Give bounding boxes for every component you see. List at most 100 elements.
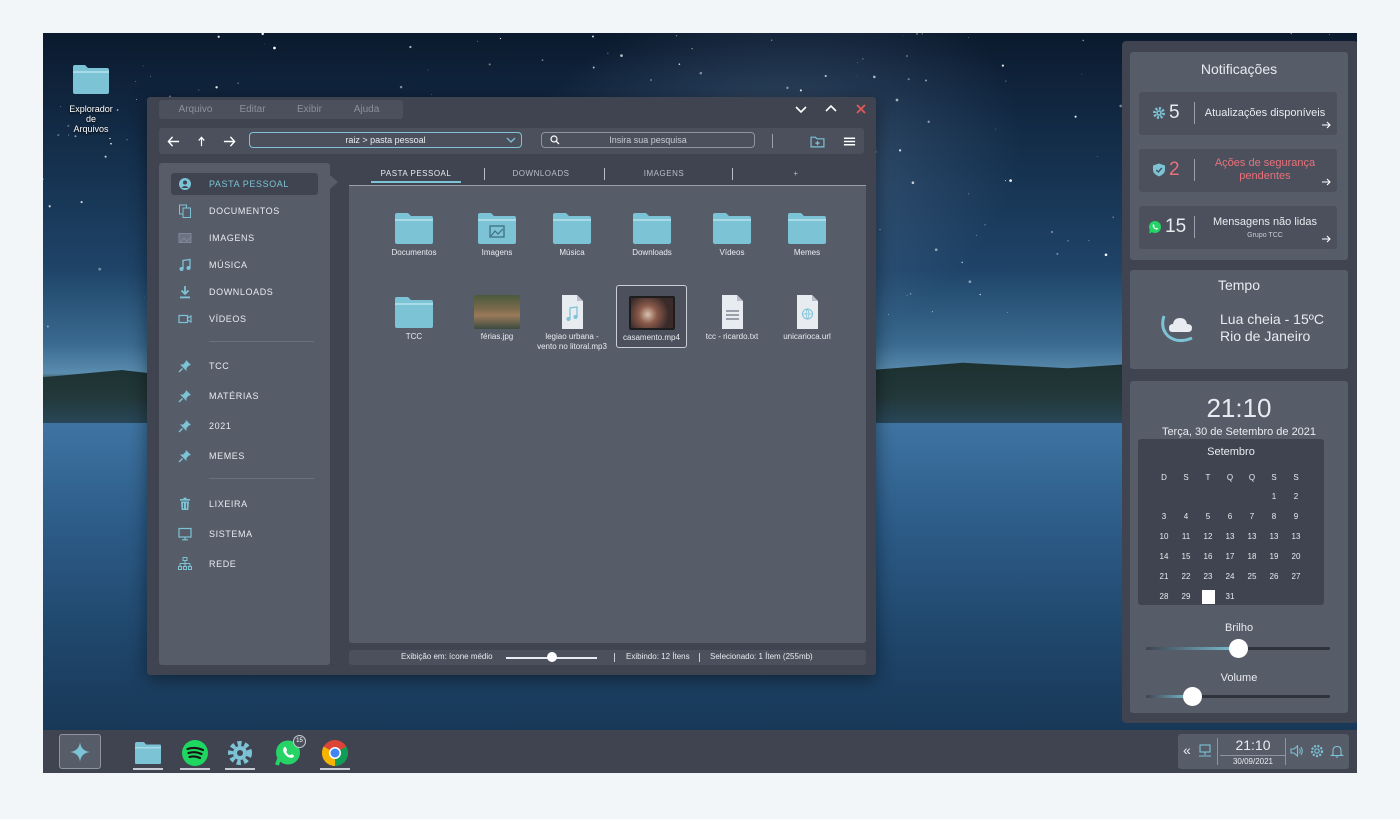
- calendar-day[interactable]: 13: [1241, 527, 1263, 547]
- sidebar-item-2021[interactable]: 2021: [171, 415, 318, 437]
- volume-slider[interactable]: [1146, 687, 1330, 706]
- start-button[interactable]: [59, 734, 101, 769]
- menu-arquivo[interactable]: Arquivo: [167, 104, 224, 115]
- sidebar-item-tcc[interactable]: TCC: [171, 355, 318, 377]
- file-item-unicarioca-url[interactable]: unicarioca.url: [769, 291, 845, 342]
- calendar-day[interactable]: 29: [1175, 587, 1197, 607]
- calendar-day[interactable]: 9: [1285, 507, 1307, 527]
- file-item-tcc-ricardo-txt[interactable]: tcc - ricardo.txt: [694, 291, 770, 342]
- tab-imagens[interactable]: IMAGENS: [609, 167, 719, 183]
- calendar-day[interactable]: 14: [1153, 547, 1175, 567]
- tab-downloads[interactable]: DOWNLOADS: [486, 167, 596, 183]
- tray-clock[interactable]: 21:10: [1220, 737, 1286, 753]
- file-item-videos[interactable]: Vídeos: [694, 207, 770, 258]
- new-tab-button[interactable]: +: [741, 167, 851, 183]
- calendar-day[interactable]: 13: [1219, 527, 1241, 547]
- calendar-day[interactable]: 19: [1263, 547, 1285, 567]
- forward-button[interactable]: [215, 128, 243, 154]
- calendar-empty-cell: [1219, 487, 1241, 507]
- calendar-day[interactable]: 27: [1285, 567, 1307, 587]
- calendar-day[interactable]: 23: [1197, 567, 1219, 587]
- new-folder-button[interactable]: [803, 132, 831, 150]
- brightness-slider-knob[interactable]: [1229, 639, 1248, 658]
- calendar-day[interactable]: 4: [1175, 507, 1197, 527]
- calendar-day[interactable]: 22: [1175, 567, 1197, 587]
- taskbar-chrome[interactable]: [317, 735, 353, 770]
- close-button[interactable]: [846, 97, 876, 121]
- speaker-icon[interactable]: [1290, 744, 1304, 758]
- calendar-day[interactable]: 5: [1197, 507, 1219, 527]
- file-item-downloads[interactable]: Downloads: [614, 207, 690, 258]
- bell-icon[interactable]: [1330, 744, 1344, 758]
- sidebar-item-downloads[interactable]: DOWNLOADS: [171, 281, 318, 303]
- volume-slider-knob[interactable]: [1183, 687, 1202, 706]
- file-item-casamento-mp4[interactable]: casamento.mp4: [616, 285, 687, 348]
- address-bar[interactable]: raiz > pasta pessoal: [249, 132, 522, 148]
- sidebar-item-memes[interactable]: MEMES: [171, 445, 318, 467]
- calendar-day[interactable]: 16: [1197, 547, 1219, 567]
- sidebar-item-materias[interactable]: MATÉRIAS: [171, 385, 318, 407]
- minimize-button[interactable]: [786, 97, 816, 121]
- calendar-day[interactable]: 28: [1153, 587, 1175, 607]
- calendar-day[interactable]: 15: [1175, 547, 1197, 567]
- sidebar-item-imagens[interactable]: IMAGENS: [171, 227, 318, 249]
- search-input[interactable]: Insira sua pesquisa: [541, 132, 755, 148]
- sidebar-item-pasta-pessoal[interactable]: PASTA PESSOAL: [171, 173, 318, 195]
- calendar-day[interactable]: 20: [1285, 547, 1307, 567]
- calendar-day[interactable]: 6: [1219, 507, 1241, 527]
- calendar-day[interactable]: 10: [1153, 527, 1175, 547]
- gear-icon[interactable]: [1310, 744, 1324, 758]
- file-item-legiao-urbana-mp3[interactable]: legiao urbana - vento no litoral.mp3: [534, 291, 610, 352]
- file-item-imagens[interactable]: Imagens: [459, 207, 535, 258]
- brightness-slider[interactable]: [1146, 639, 1330, 658]
- menu-ajuda[interactable]: Ajuda: [338, 104, 395, 115]
- sidebar-item-documentos[interactable]: DOCUMENTOS: [171, 200, 318, 222]
- calendar-day[interactable]: 31: [1219, 587, 1241, 607]
- sidebar-item-videos[interactable]: VÍDEOS: [171, 308, 318, 330]
- calendar-today[interactable]: [1201, 590, 1215, 604]
- notification-updates[interactable]: 5 Atualizações disponíveis: [1139, 92, 1337, 135]
- back-button[interactable]: [159, 128, 187, 154]
- menu-editar[interactable]: Editar: [224, 104, 281, 115]
- sidebar-item-lixeira[interactable]: LIXEIRA: [171, 493, 318, 515]
- calendar-day[interactable]: 25: [1241, 567, 1263, 587]
- maximize-button[interactable]: [816, 97, 846, 121]
- taskbar-settings[interactable]: [222, 735, 258, 770]
- network-icon[interactable]: [1198, 744, 1212, 758]
- file-item-tcc[interactable]: TCC: [376, 291, 452, 342]
- calendar-day[interactable]: 17: [1219, 547, 1241, 567]
- taskbar-spotify[interactable]: [177, 735, 213, 770]
- calendar-day[interactable]: 1: [1263, 487, 1285, 507]
- menu-exibir[interactable]: Exibir: [281, 104, 338, 115]
- options-menu-button[interactable]: [835, 132, 863, 150]
- calendar-day[interactable]: 13: [1263, 527, 1285, 547]
- calendar-day[interactable]: 13: [1285, 527, 1307, 547]
- calendar-day[interactable]: 7: [1241, 507, 1263, 527]
- icon-size-slider-knob[interactable]: [547, 652, 557, 662]
- sidebar-item-rede[interactable]: REDE: [171, 553, 318, 575]
- taskbar-file-explorer[interactable]: [130, 735, 166, 770]
- desktop-file-explorer-shortcut[interactable]: Explorador de Arquivos: [63, 63, 119, 134]
- calendar-day[interactable]: 21: [1153, 567, 1175, 587]
- calendar-day[interactable]: 2: [1285, 487, 1307, 507]
- calendar-day[interactable]: 24: [1219, 567, 1241, 587]
- calendar-day[interactable]: 26: [1263, 567, 1285, 587]
- calendar-day[interactable]: 8: [1263, 507, 1285, 527]
- collapse-tray-button[interactable]: «: [1183, 743, 1197, 757]
- sidebar-item-musica[interactable]: MÚSICA: [171, 254, 318, 276]
- tab-pasta-pessoal[interactable]: PASTA PESSOAL: [371, 167, 461, 183]
- up-button[interactable]: [187, 128, 215, 154]
- tray-date[interactable]: 30/09/2021: [1220, 755, 1286, 766]
- file-item-memes[interactable]: Memes: [769, 207, 845, 258]
- taskbar-whatsapp[interactable]: 15: [270, 735, 306, 770]
- file-item-musica[interactable]: Música: [534, 207, 610, 258]
- calendar-day[interactable]: 12: [1197, 527, 1219, 547]
- notification-security[interactable]: 2 Ações de segurança pendentes: [1139, 149, 1337, 192]
- calendar-day[interactable]: 3: [1153, 507, 1175, 527]
- file-item-ferias[interactable]: férias.jpg: [459, 291, 535, 342]
- file-item-documentos[interactable]: Documentos: [376, 207, 452, 258]
- sidebar-item-sistema[interactable]: SISTEMA: [171, 523, 318, 545]
- calendar-day[interactable]: 11: [1175, 527, 1197, 547]
- notification-messages[interactable]: 15 Mensagens não lidas Grupo TCC: [1139, 206, 1337, 249]
- calendar-day[interactable]: 18: [1241, 547, 1263, 567]
